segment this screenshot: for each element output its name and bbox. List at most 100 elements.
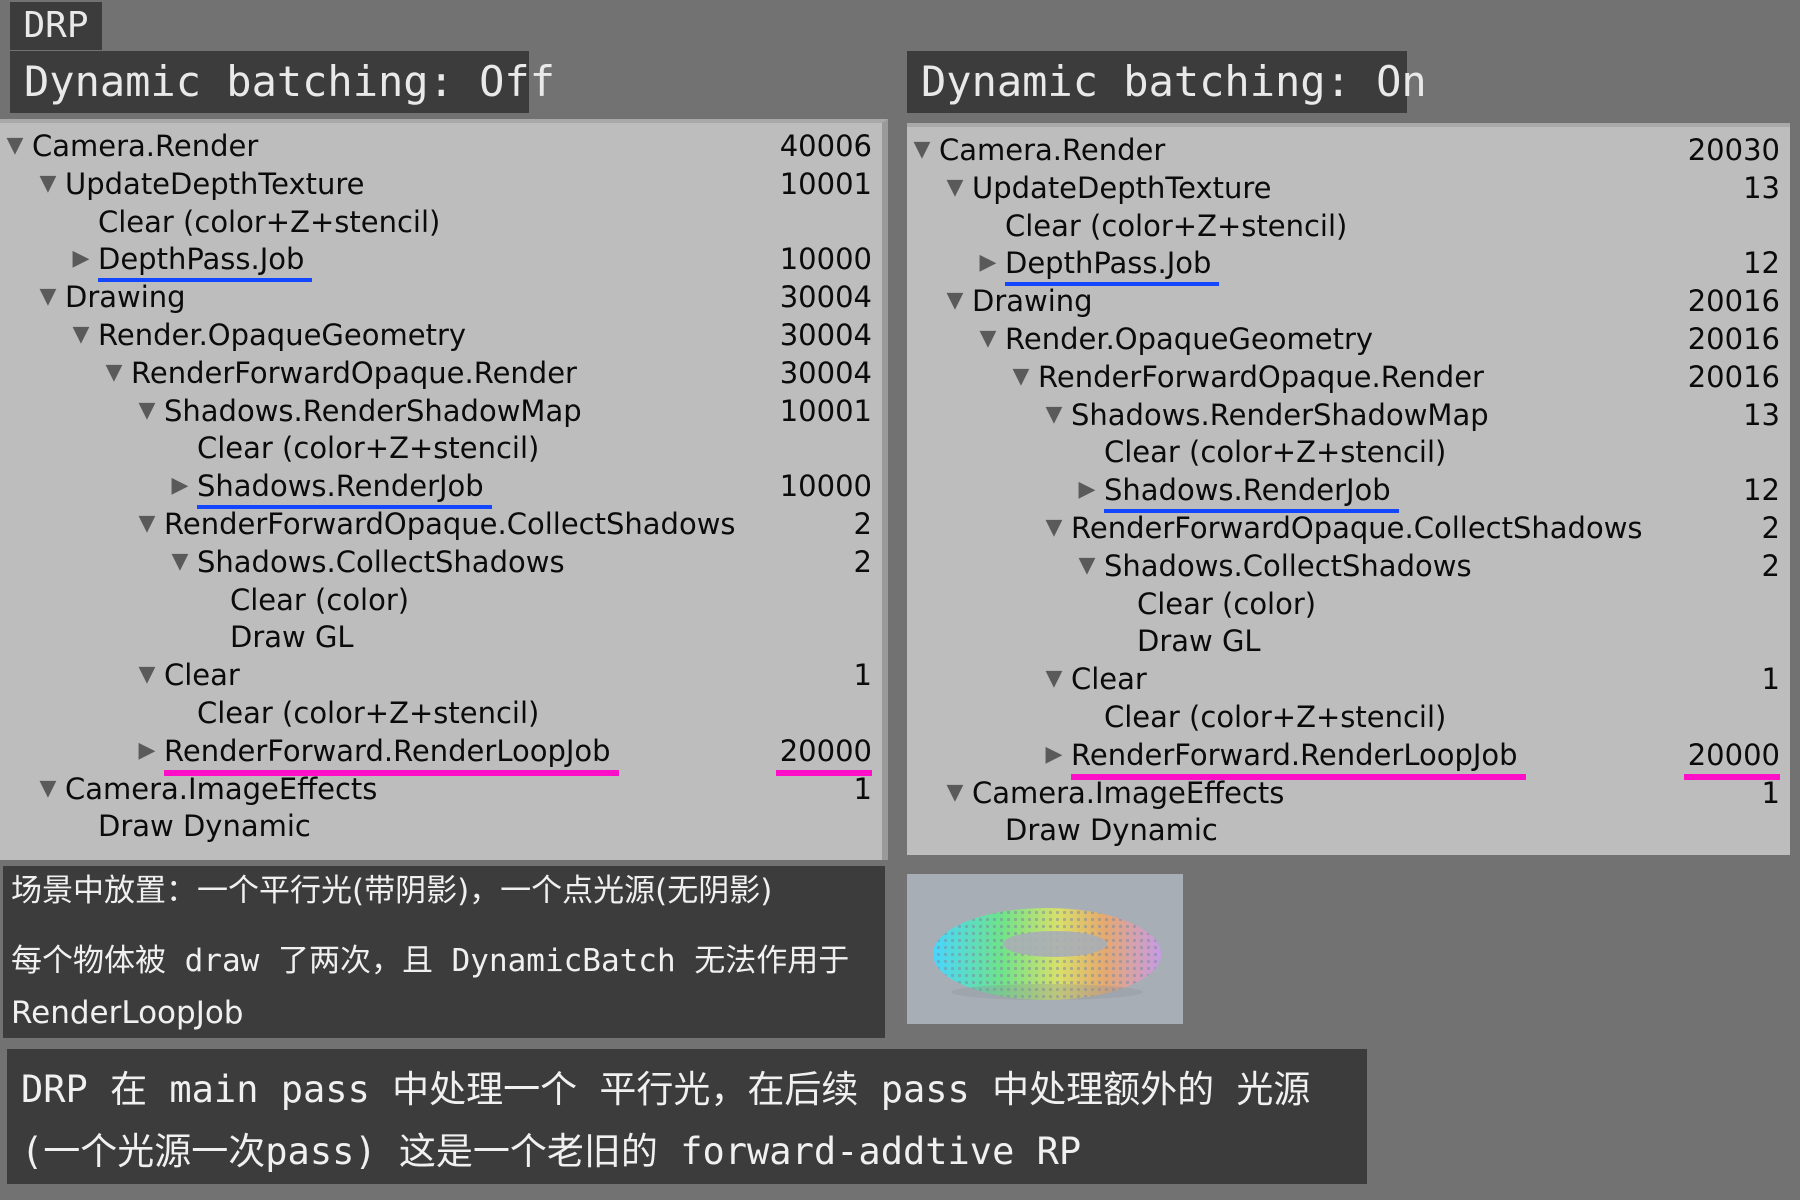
tree-row[interactable]: ▼ Shadows.CollectShadows 2 <box>907 547 1790 585</box>
tree-row[interactable]: Draw GL <box>907 622 1790 660</box>
tree-row[interactable]: Clear (color) <box>907 585 1790 623</box>
triangle-down-icon[interactable]: ▼ <box>169 543 191 581</box>
tree-row[interactable]: Draw GL <box>0 618 882 656</box>
triangle-down-icon[interactable]: ▼ <box>911 131 933 169</box>
triangle-right-icon[interactable]: ▶ <box>70 240 92 278</box>
tree-row[interactable]: Draw Dynamic <box>0 807 882 845</box>
tree-row[interactable]: ▼ RenderForwardOpaque.CollectShadows 2 <box>0 505 882 543</box>
tree-row[interactable]: Clear (color+Z+stencil) <box>0 694 882 732</box>
triangle-down-icon[interactable]: ▼ <box>944 169 966 207</box>
note-line-3: RenderLoopJob <box>11 995 244 1031</box>
tree-row[interactable]: ▶ Shadows.RenderJob 10000 <box>0 467 882 510</box>
tree-row-name: Clear <box>164 658 240 693</box>
tree-row-name: Clear (color+Z+stencil) <box>1104 435 1447 470</box>
tree-row[interactable]: ▼ Clear 1 <box>0 656 882 694</box>
tree-row[interactable]: ▼ RenderForwardOpaque.Render 30004 <box>0 354 882 392</box>
note-line-1: 场景中放置：一个平行光(带阴影)，一个点光源(无阴影) <box>11 873 773 909</box>
tree-row-count: 12 <box>1743 473 1780 508</box>
tree-row[interactable]: ▼ Camera.Render 20030 <box>907 131 1790 169</box>
tree-row-count: 1 <box>853 658 872 693</box>
tree-row[interactable]: ▶ Shadows.RenderJob 12 <box>907 471 1790 514</box>
tree-row[interactable]: Clear (color+Z+stencil) <box>0 203 882 241</box>
tree-row[interactable]: ▶ RenderForward.RenderLoopJob 20000 <box>0 732 882 776</box>
tree-row[interactable]: ▼ Render.OpaqueGeometry 30004 <box>0 316 882 354</box>
tree-row-count: 12 <box>1743 246 1780 281</box>
tree-row[interactable]: Clear (color+Z+stencil) <box>907 433 1790 471</box>
triangle-down-icon[interactable]: ▼ <box>37 165 59 203</box>
triangle-down-icon[interactable]: ▼ <box>136 656 158 694</box>
tree-row-count: 2 <box>1761 511 1780 545</box>
triangle-down-icon[interactable]: ▼ <box>103 354 125 392</box>
tree-row[interactable]: Clear (color+Z+stencil) <box>0 429 882 467</box>
triangle-down-icon[interactable]: ▼ <box>4 127 26 165</box>
triangle-down-icon[interactable]: ▼ <box>944 282 966 320</box>
triangle-right-icon[interactable]: ▶ <box>1076 471 1098 509</box>
tree-row[interactable]: ▼ RenderForwardOpaque.CollectShadows 2 <box>907 509 1790 547</box>
tree-row[interactable]: ▼ Camera.Render 40006 <box>0 127 882 165</box>
triangle-right-icon[interactable]: ▶ <box>169 467 191 505</box>
profiler-tree-on: ▼ Camera.Render 20030 ▼ UpdateDepthTexture 13… <box>907 123 1790 855</box>
triangle-right-icon[interactable]: ▶ <box>1043 736 1065 774</box>
tree-row-count: 30004 <box>779 355 872 390</box>
tree-row-name: Shadows.CollectShadows <box>197 544 565 579</box>
triangle-down-icon[interactable]: ▼ <box>70 316 92 354</box>
explanation-line-1: DRP 在 main pass 中处理一个 平行光，在后续 pass 中处理额外… <box>21 1068 1311 1111</box>
tree-row[interactable]: Clear (color) <box>0 581 882 619</box>
triangle-right-icon[interactable]: ▶ <box>136 732 158 770</box>
triangle-right-icon[interactable]: ▶ <box>977 244 999 282</box>
tree-row-name: Clear (color+Z+stencil) <box>1005 208 1348 243</box>
tree-row[interactable]: ▼ Drawing 30004 <box>0 278 882 316</box>
tree-row[interactable]: ▼ UpdateDepthTexture 13 <box>907 169 1790 207</box>
tree-row[interactable]: ▼ Camera.ImageEffects 1 <box>907 774 1790 812</box>
triangle-down-icon[interactable]: ▼ <box>37 278 59 316</box>
tree-row-name: Shadows.RenderShadowMap <box>164 393 582 428</box>
tree-row[interactable]: Clear (color+Z+stencil) <box>907 207 1790 245</box>
triangle-down-icon[interactable]: ▼ <box>1043 396 1065 434</box>
tree-row[interactable]: Clear (color+Z+stencil) <box>907 698 1790 736</box>
triangle-down-icon[interactable]: ▼ <box>1010 358 1032 396</box>
tree-row[interactable]: ▼ Shadows.RenderShadowMap 13 <box>907 396 1790 434</box>
tree-row-count: 40006 <box>779 129 872 163</box>
tree-row-name: RenderForwardOpaque.Render <box>131 355 577 390</box>
tree-row-name: Clear <box>1071 662 1147 697</box>
tree-row[interactable]: ▼ Drawing 20016 <box>907 282 1790 320</box>
panel-title-off: Dynamic batching: Off <box>10 51 555 113</box>
tree-row[interactable]: ▼ Camera.ImageEffects 1 <box>0 770 882 808</box>
tree-row-name: Render.OpaqueGeometry <box>1005 322 1374 356</box>
tree-row-name: Shadows.RenderJob <box>1104 471 1399 514</box>
tree-row[interactable]: Draw Dynamic <box>907 811 1790 849</box>
tree-row-name: RenderForwardOpaque.CollectShadows <box>164 507 736 541</box>
tree-row[interactable]: ▼ UpdateDepthTexture 10001 <box>0 165 882 203</box>
tree-row-name: RenderForwardOpaque.CollectShadows <box>1071 511 1643 545</box>
tree-row-name: Draw GL <box>1137 624 1261 659</box>
tree-row[interactable]: ▼ Render.OpaqueGeometry 20016 <box>907 320 1790 358</box>
tree-row[interactable]: ▼ Shadows.RenderShadowMap 10001 <box>0 392 882 430</box>
triangle-down-icon[interactable]: ▼ <box>1043 660 1065 698</box>
tree-row[interactable]: ▶ DepthPass.Job 10000 <box>0 240 882 283</box>
triangle-down-icon[interactable]: ▼ <box>136 392 158 430</box>
tree-row-name: RenderForwardOpaque.Render <box>1038 359 1484 394</box>
triangle-down-icon[interactable]: ▼ <box>136 505 158 543</box>
tree-row-count: 20016 <box>1687 284 1780 319</box>
triangle-down-icon[interactable]: ▼ <box>944 774 966 812</box>
profiler-tree-off: ▼ Camera.Render 40006 ▼ UpdateDepthTexture 10… <box>0 119 888 860</box>
explanation-box: DRP 在 main pass 中处理一个 平行光，在后续 pass 中处理额外… <box>7 1049 1367 1184</box>
scene-notes: 场景中放置：一个平行光(带阴影)，一个点光源(无阴影) 每个物体被 draw 了… <box>3 866 885 1038</box>
explanation-line-2: (一个光源一次pass) 这是一个老旧的 forward-addtive RP <box>21 1130 1082 1173</box>
triangle-down-icon[interactable]: ▼ <box>1076 547 1098 585</box>
tree-row-count: 1 <box>853 771 872 806</box>
tree-row-count: 13 <box>1743 170 1780 205</box>
triangle-down-icon[interactable]: ▼ <box>977 320 999 358</box>
triangle-down-icon[interactable]: ▼ <box>1043 509 1065 547</box>
tree-row-count: 10001 <box>779 166 872 201</box>
panel-title-on: Dynamic batching: On <box>907 51 1427 113</box>
tree-row[interactable]: ▼ Clear 1 <box>907 660 1790 698</box>
tree-row-name: Draw Dynamic <box>98 809 311 844</box>
tree-row-count: 2 <box>1761 548 1780 583</box>
tree-row[interactable]: ▶ RenderForward.RenderLoopJob 20000 <box>907 736 1790 780</box>
tree-row[interactable]: ▶ DepthPass.Job 12 <box>907 244 1790 287</box>
tree-row[interactable]: ▼ RenderForwardOpaque.Render 20016 <box>907 358 1790 396</box>
triangle-down-icon[interactable]: ▼ <box>37 770 59 808</box>
tree-row-count: 2 <box>853 544 872 579</box>
tree-row[interactable]: ▼ Shadows.CollectShadows 2 <box>0 543 882 581</box>
